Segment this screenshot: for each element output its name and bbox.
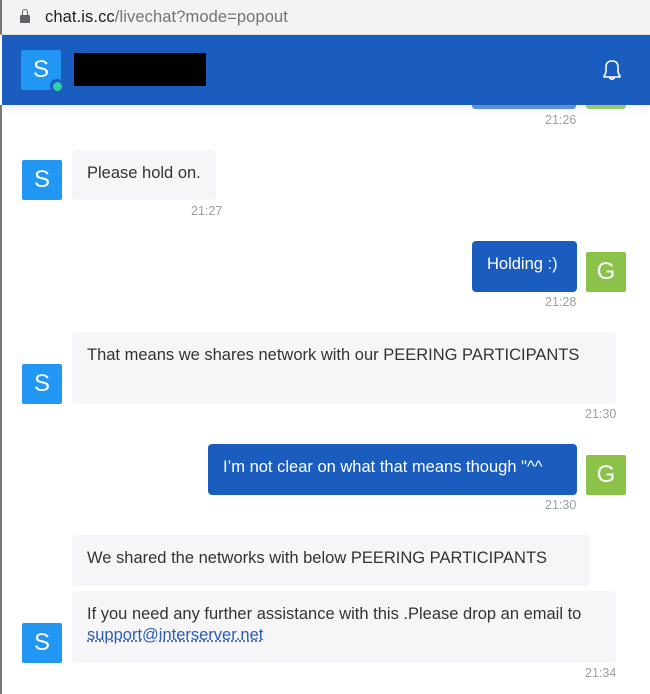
message-bubble-agent: Please hold on. — [72, 150, 216, 200]
agent-name-redacted — [74, 53, 206, 86]
message-bubble-agent: We shared the networks with below PEERIN… — [72, 535, 590, 586]
message-bubble-guest: Holding :) — [472, 241, 577, 292]
guest-avatar: G — [586, 455, 626, 495]
message-bubble-agent: If you need any further assistance with … — [72, 591, 616, 663]
message-bubble-guest-partial — [472, 105, 576, 109]
url-host: chat.is.cc — [45, 8, 115, 26]
online-status-icon — [50, 79, 64, 93]
bell-icon[interactable] — [600, 58, 624, 84]
message-time: 21:30 — [545, 498, 577, 512]
url-path: /livechat?mode=popout — [114, 8, 288, 26]
message-bubble-agent: That means we shares network with our PE… — [72, 332, 616, 404]
url-text[interactable]: chat.is.cc/livechat?mode=popout — [45, 8, 288, 27]
chat-transcript[interactable]: 21:26 S Please hold on. 21:27 Holding :)… — [0, 105, 648, 694]
message-time: 21:26 — [545, 113, 577, 127]
message-time: 21:30 — [585, 407, 617, 421]
message-time: 21:27 — [191, 204, 223, 218]
agent-avatar: S — [22, 160, 62, 200]
agent-avatar: S — [22, 364, 62, 404]
message-bubble-guest: I’m not clear on what that means though … — [208, 444, 577, 495]
agent-avatar: S — [22, 623, 62, 663]
browser-address-bar[interactable]: chat.is.cc/livechat?mode=popout — [0, 0, 650, 35]
guest-avatar: G — [586, 252, 626, 292]
support-email-link[interactable]: support@interserver.net — [87, 626, 263, 644]
message-time: 21:34 — [585, 666, 617, 680]
guest-avatar-partial — [586, 105, 626, 109]
message-text: If you need any further assistance with … — [87, 605, 582, 623]
lock-icon — [20, 9, 30, 24]
chat-header: S — [2, 35, 650, 105]
message-time: 21:28 — [545, 295, 577, 309]
